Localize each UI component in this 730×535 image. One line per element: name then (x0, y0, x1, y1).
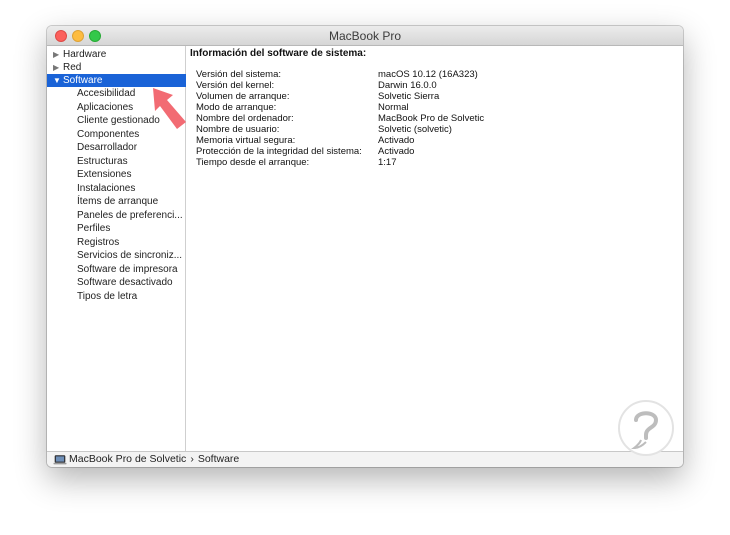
watermark-logo-icon (618, 400, 674, 456)
info-value: Activado (378, 135, 415, 146)
info-row: Memoria virtual segura: Activado (196, 135, 676, 146)
sidebar-item-tipos-de-letra[interactable]: Tipos de letra (47, 290, 186, 303)
sidebar-item-red[interactable]: ▶ Red (47, 61, 186, 74)
info-key: Tiempo desde el arranque: (196, 157, 310, 168)
info-key: Nombre del ordenador: (196, 113, 294, 124)
info-key: Versión del sistema: (196, 69, 282, 80)
info-row: Nombre del ordenador: MacBook Pro de Sol… (196, 113, 676, 124)
sidebar-item-label: Hardware (63, 49, 107, 60)
sidebar-item-instalaciones[interactable]: Instalaciones (47, 182, 186, 195)
info-row: Protección de la integridad del sistema:… (196, 146, 676, 157)
sidebar-item-software-de-impresora[interactable]: Software de impresora (47, 263, 186, 276)
info-row: Tiempo desde el arranque: 1:17 (196, 157, 676, 168)
detail-heading: Información del software de sistema: (190, 48, 367, 59)
disclosure-expanded-icon[interactable]: ▼ (53, 74, 61, 87)
info-row: Nombre de usuario: Solvetic (solvetic) (196, 124, 676, 135)
breadcrumb-separator: › (190, 453, 194, 465)
sidebar-item-items-de-arranque[interactable]: Ítems de arranque (47, 195, 186, 208)
sidebar-item-paneles-de-preferencias[interactable]: Paneles de preferenci... (47, 209, 186, 222)
sidebar-item-registros[interactable]: Registros (47, 236, 186, 249)
laptop-icon (53, 455, 67, 465)
info-row: Volumen de arranque: Solvetic Sierra (196, 91, 676, 102)
window-title: MacBook Pro (328, 29, 402, 43)
sidebar-item-label: Software (63, 75, 103, 86)
info-key: Versión del kernel: (196, 80, 275, 91)
sidebar-item-software-desactivado[interactable]: Software desactivado (47, 276, 186, 289)
sidebar-item-hardware[interactable]: ▶ Hardware (47, 48, 186, 61)
annotation-arrow-icon (153, 88, 186, 129)
title-bar[interactable]: MacBook Pro (47, 26, 683, 46)
info-value: 1:17 (378, 157, 397, 168)
sidebar-item-label: Red (63, 62, 82, 73)
detail-pane: Información del software de sistema: Ver… (187, 46, 683, 451)
info-row: Modo de arranque: Normal (196, 102, 676, 113)
breadcrumb: MacBook Pro de Solvetic › Software (69, 453, 239, 465)
info-key: Volumen de arranque: (196, 91, 290, 102)
info-key: Protección de la integridad del sistema: (196, 146, 362, 157)
sidebar-item-servicios-de-sincronizacion[interactable]: Servicios de sincroniz... (47, 249, 186, 262)
info-value: Solvetic (solvetic) (378, 124, 452, 135)
info-value: MacBook Pro de Solvetic (378, 113, 485, 124)
sidebar-item-desarrollador[interactable]: Desarrollador (47, 141, 186, 154)
sidebar-item-estructuras[interactable]: Estructuras (47, 155, 186, 168)
info-key: Nombre de usuario: (196, 124, 280, 135)
info-row: Versión del sistema: macOS 10.12 (16A323… (196, 69, 676, 80)
info-value: Darwin 16.0.0 (378, 80, 437, 91)
info-key: Memoria virtual segura: (196, 135, 296, 146)
info-value: macOS 10.12 (16A323) (378, 69, 478, 80)
system-information-window: MacBook Pro ▶ Hardware ▶ Red ▼ Software … (47, 26, 683, 467)
sidebar-item-extensiones[interactable]: Extensiones (47, 168, 186, 181)
path-bar: MacBook Pro de Solvetic › Software (47, 451, 683, 467)
info-key: Modo de arranque: (196, 102, 277, 113)
disclosure-collapsed-icon[interactable]: ▶ (53, 48, 59, 61)
info-row: Versión del kernel: Darwin 16.0.0 (196, 80, 676, 91)
disclosure-collapsed-icon[interactable]: ▶ (53, 61, 59, 74)
info-value: Activado (378, 146, 415, 157)
breadcrumb-device[interactable]: MacBook Pro de Solvetic (69, 453, 186, 465)
sidebar-item-perfiles[interactable]: Perfiles (47, 222, 186, 235)
breadcrumb-section[interactable]: Software (198, 453, 239, 465)
info-value: Solvetic Sierra (378, 91, 440, 102)
info-value: Normal (378, 102, 409, 113)
